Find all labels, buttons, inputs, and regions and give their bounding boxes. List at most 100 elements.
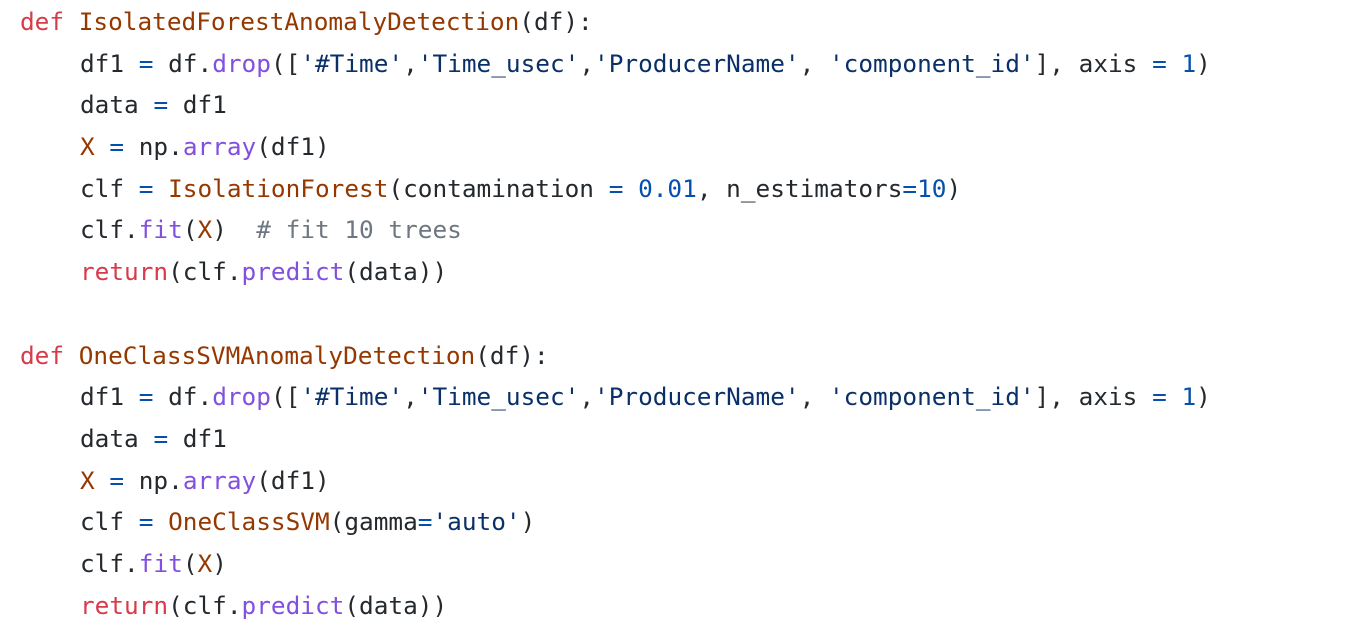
code-token-plain: ,: [799, 382, 829, 412]
code-token-operator: =: [109, 132, 125, 162]
code-token-plain: ): [1196, 382, 1211, 412]
code-token-operator: =: [608, 173, 624, 203]
code-token-string: 'component_id': [828, 48, 1035, 78]
code-token-method: array: [182, 132, 257, 162]
code-token-string: 'component_id': [828, 382, 1035, 412]
code-token-comment: # fit 10 trees: [256, 215, 462, 245]
code-token-plain: data: [80, 90, 154, 120]
code-line: clf.fit(X): [20, 543, 1211, 585]
code-token-keyword: return: [80, 590, 169, 620]
code-line: def IsolatedForestAnomalyDetection(df):: [20, 1, 1211, 43]
code-token-plain: ): [212, 215, 257, 245]
code-token-number: 10: [917, 173, 947, 203]
code-token-plain: ,: [403, 382, 418, 412]
code-token-plain: (df):: [475, 340, 549, 370]
code-token-plain: ], axis: [1034, 382, 1153, 412]
code-token-number: 1: [1181, 48, 1197, 78]
code-token-operator: =: [138, 382, 154, 412]
code-token-plain: (df):: [519, 7, 593, 36]
code-line: X = np.array(df1): [20, 460, 1211, 502]
code-token-method: fit: [138, 548, 183, 578]
code-token-plain: clf.: [80, 215, 139, 245]
code-token-plain: (data)): [344, 590, 448, 620]
code-token-funcname: OneClassSVMAnomalyDetection: [78, 340, 476, 370]
code-token-method: predict: [241, 257, 345, 287]
code-token-plain: clf.: [80, 548, 139, 578]
code-line: X = np.array(df1): [20, 126, 1211, 168]
code-token-string: 'auto': [432, 507, 521, 537]
code-token-plain: (gamma: [329, 507, 418, 537]
code-token-plain: (clf.: [168, 257, 242, 287]
code-token-plain: ): [946, 173, 962, 203]
code-token-var: X: [197, 215, 213, 245]
code-token-operator: =: [902, 173, 918, 203]
code-line: clf = IsolationForest(contamination = 0.…: [20, 168, 1211, 210]
code-token-keyword: def: [20, 340, 65, 370]
code-token-plain: ,: [579, 382, 595, 412]
code-token-operator: =: [1152, 382, 1167, 412]
code-token-plain: (df1): [256, 132, 330, 162]
code-token-plain: ): [1196, 48, 1211, 78]
code-token-plain: clf: [80, 173, 139, 203]
code-token-string: 'Time_usec': [417, 382, 580, 412]
code-token-operator: =: [1152, 48, 1167, 78]
code-token-plain: ], axis: [1034, 48, 1153, 78]
code-token-operator: =: [138, 48, 154, 78]
code-token-method: drop: [212, 48, 271, 78]
code-token-plain: ,: [799, 48, 829, 78]
code-token-plain: ,: [579, 48, 595, 78]
code-token-plain: (clf.: [168, 590, 242, 620]
code-token-string: 'ProducerName': [594, 48, 800, 78]
code-token-plain: df.: [153, 382, 213, 412]
code-token-string: 'Time_usec': [417, 48, 580, 78]
code-token-number: 0.01: [638, 173, 697, 203]
code-token-plain: ): [212, 548, 227, 578]
code-token-plain: df1: [168, 423, 227, 453]
code-token-plain: ([: [270, 382, 301, 412]
code-token-operator: =: [138, 507, 154, 537]
code-token-plain: df.: [153, 48, 213, 78]
code-token-method: fit: [138, 215, 183, 245]
code-token-class: IsolationForest: [168, 173, 389, 203]
code-line: df1 = df.drop(['#Time','Time_usec','Prod…: [20, 43, 1211, 85]
code-token-funcname: IsolatedForestAnomalyDetection: [78, 7, 520, 36]
code-token-plain: , n_estimators: [696, 173, 903, 203]
code-line: data = df1: [20, 84, 1211, 126]
code-token-plain: np.: [124, 465, 183, 495]
code-token-plain: (data)): [344, 257, 448, 287]
code-token-number: 1: [1181, 382, 1197, 412]
code-token-var: X: [80, 132, 95, 162]
code-token-plain: df1: [80, 48, 139, 78]
code-line: data = df1: [20, 418, 1211, 460]
code-token-plain: df1: [168, 90, 227, 120]
code-token-operator: =: [153, 423, 169, 453]
code-token-string: 'ProducerName': [594, 382, 800, 412]
code-line: clf.fit(X) # fit 10 trees: [20, 209, 1211, 251]
code-token-method: array: [182, 465, 257, 495]
code-line: return(clf.predict(data)): [20, 251, 1211, 293]
code-token-string: '#Time': [300, 48, 404, 78]
code-token-plain: (: [182, 548, 198, 578]
code-token-plain: clf: [80, 507, 139, 537]
code-token-var: X: [80, 465, 95, 495]
code-line: def OneClassSVMAnomalyDetection(df):: [20, 335, 1211, 377]
code-token-class: OneClassSVM: [168, 507, 330, 537]
code-token-plain: data: [80, 423, 154, 453]
code-token-plain: (contamination: [388, 173, 609, 203]
code-token-plain: ([: [270, 48, 301, 78]
code-token-plain: (df1): [256, 465, 330, 495]
code-line: clf = OneClassSVM(gamma='auto'): [20, 501, 1211, 543]
code-token-operator: =: [138, 173, 154, 203]
code-token-keyword: return: [80, 257, 169, 287]
code-token-var: X: [197, 548, 213, 578]
